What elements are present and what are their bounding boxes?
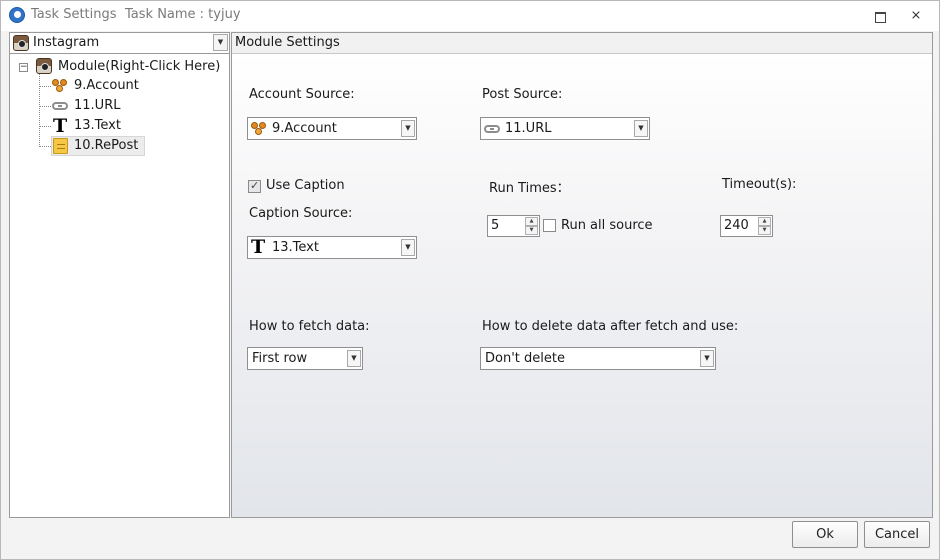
repost-icon: [53, 138, 68, 154]
module-tree-panel: Instagram ▼ − Module(Right-Click Here) 9…: [9, 32, 230, 518]
chevron-down-icon[interactable]: ▼: [700, 350, 714, 367]
chevron-up-icon[interactable]: ▲: [525, 217, 538, 226]
tree-root-label: Module(Right-Click Here): [58, 59, 221, 74]
text-icon: T: [53, 115, 68, 137]
platform-select-value: Instagram: [33, 35, 100, 50]
tree-connector: [39, 73, 40, 145]
use-caption-checkbox[interactable]: [248, 179, 261, 193]
run-times-value: 5: [491, 218, 500, 233]
caption-source-select[interactable]: T 13.Text ▼: [247, 236, 417, 259]
run-all-source-checkbox[interactable]: [543, 219, 556, 232]
platform-select[interactable]: Instagram ▼: [10, 33, 229, 54]
run-all-source-label: Run all source: [561, 218, 653, 233]
title-bar: Task Settings Task Name : tyjuy ⨯: [1, 1, 939, 31]
delete-data-label: How to delete data after fetch and use:: [482, 319, 739, 334]
tree-item-label: 10.RePost: [74, 138, 139, 153]
post-source-select[interactable]: 11.URL ▼: [480, 117, 650, 140]
account-source-select[interactable]: 9.Account ▼: [247, 117, 417, 140]
chevron-down-icon[interactable]: ▼: [758, 226, 771, 235]
close-icon[interactable]: ⨯: [907, 7, 925, 25]
tree-item-account[interactable]: 9.Account: [51, 76, 151, 96]
account-source-label: Account Source:: [249, 87, 355, 102]
account-icon: [251, 122, 267, 136]
chevron-down-icon[interactable]: ▼: [401, 120, 415, 137]
timeout-label: Timeout(s):: [722, 177, 797, 192]
module-settings-body: Account Source: 9.Account ▼ Post Source:…: [232, 54, 932, 517]
cancel-button[interactable]: Cancel: [864, 521, 930, 548]
tree-item-repost[interactable]: 10.RePost: [51, 136, 145, 156]
link-icon: [484, 125, 500, 133]
caption-source-value: 13.Text: [272, 240, 319, 255]
chevron-down-icon[interactable]: ▼: [525, 226, 538, 235]
tree-item-url[interactable]: 11.URL: [51, 96, 151, 116]
account-icon: [52, 79, 68, 93]
link-icon: [52, 102, 68, 110]
account-source-value: 9.Account: [272, 121, 337, 136]
stepper-buttons: ▲ ▼: [525, 217, 538, 235]
chevron-up-icon[interactable]: ▲: [758, 217, 771, 226]
tree-connector: [39, 126, 51, 127]
use-caption-label: Use Caption: [266, 178, 345, 193]
run-times-stepper[interactable]: 5 ▲ ▼: [487, 215, 540, 237]
chevron-down-icon[interactable]: ▼: [634, 120, 648, 137]
task-settings-window: Task Settings Task Name : tyjuy ⨯ Instag…: [0, 0, 940, 560]
delete-data-value: Don't delete: [485, 351, 565, 366]
tree-item-label: 9.Account: [74, 78, 139, 93]
chevron-down-icon[interactable]: ▼: [401, 239, 415, 256]
window-title: Task Settings: [31, 7, 117, 22]
post-source-label: Post Source:: [482, 87, 563, 102]
task-name: Task Name : tyjuy: [125, 7, 241, 22]
tree-connector: [39, 86, 51, 87]
chevron-down-icon[interactable]: ▼: [347, 350, 361, 367]
delete-data-select[interactable]: Don't delete ▼: [480, 347, 716, 370]
timeout-value: 240: [724, 218, 749, 233]
tree-item-label: 13.Text: [74, 118, 121, 133]
text-icon: T: [251, 236, 266, 258]
tree-connector: [39, 146, 51, 147]
chevron-down-icon[interactable]: ▼: [213, 34, 228, 51]
fetch-data-value: First row: [252, 351, 308, 366]
instagram-icon: [36, 58, 52, 74]
app-logo-icon: [9, 7, 25, 23]
module-settings-header: Module Settings: [232, 33, 932, 54]
module-settings-title: Module Settings: [235, 35, 340, 50]
post-source-value: 11.URL: [505, 121, 552, 136]
tree-item-text[interactable]: T 13.Text: [51, 116, 151, 136]
restore-icon[interactable]: [871, 7, 889, 25]
tree-connector: [39, 106, 51, 107]
instagram-icon: [13, 35, 29, 51]
fetch-data-label: How to fetch data:: [249, 319, 370, 334]
timeout-stepper[interactable]: 240 ▲ ▼: [720, 215, 773, 237]
stepper-buttons: ▲ ▼: [758, 217, 771, 235]
ok-button[interactable]: Ok: [792, 521, 858, 548]
caption-source-label: Caption Source:: [249, 206, 353, 221]
fetch-data-select[interactable]: First row ▼: [247, 347, 363, 370]
tree-collapse-icon[interactable]: −: [19, 63, 28, 72]
tree-item-label: 11.URL: [74, 98, 121, 113]
run-times-label: Run Times：: [489, 181, 570, 196]
module-settings-panel: Module Settings Account Source: 9.Accoun…: [231, 32, 933, 518]
